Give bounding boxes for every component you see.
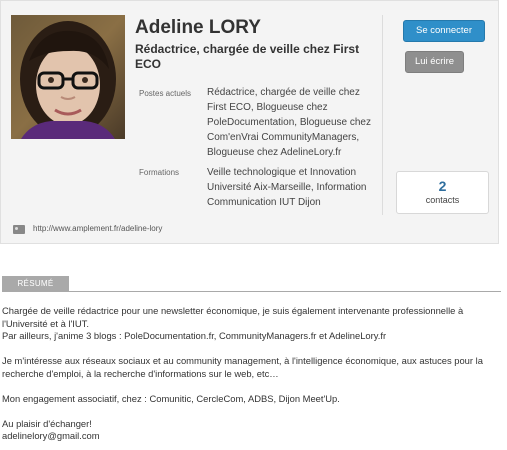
section-divider xyxy=(2,291,501,292)
education-label: Formations xyxy=(139,168,180,177)
profile-card-icon xyxy=(13,225,25,234)
profile-url[interactable]: http://www.amplement.fr/adeline-lory xyxy=(33,224,162,233)
current-positions-label: Postes actuels xyxy=(139,89,192,98)
current-positions-value: Rédactrice, chargée de veille chez First… xyxy=(207,87,371,158)
profile-card: Adeline LORY Rédactrice, chargée de veil… xyxy=(0,0,499,244)
education-value: Veille technologique et Innovation Unive… xyxy=(207,167,367,208)
tab-summary[interactable]: RÉSUMÉ xyxy=(2,276,69,292)
contacts-box[interactable]: 2 contacts xyxy=(396,171,489,214)
profile-name: Adeline LORY xyxy=(135,17,261,38)
summary-line: Par ailleurs, j'anime 3 blogs : PoleDocu… xyxy=(2,330,387,341)
write-message-button[interactable]: Lui écrire xyxy=(405,51,464,73)
summary-line: Chargée de veille rédactrice pour une ne… xyxy=(2,305,464,329)
vertical-divider xyxy=(382,15,383,215)
summary-line: Je m'intéresse aux réseaux sociaux et au… xyxy=(2,355,483,379)
contacts-label: contacts xyxy=(425,195,460,205)
summary-line: Au plaisir d'échanger! xyxy=(2,417,92,429)
summary-email[interactable]: adelinelory@gmail.com xyxy=(2,430,502,443)
summary-text: Chargée de veille rédactrice pour une ne… xyxy=(2,305,502,443)
profile-photo xyxy=(11,15,125,139)
contacts-count: 2 xyxy=(438,178,447,194)
connect-button[interactable]: Se connecter xyxy=(403,20,485,42)
profile-headline: Rédactrice, chargée de veille chez First… xyxy=(135,42,360,71)
summary-line: Mon engagement associatif, chez : Comuni… xyxy=(2,392,340,404)
